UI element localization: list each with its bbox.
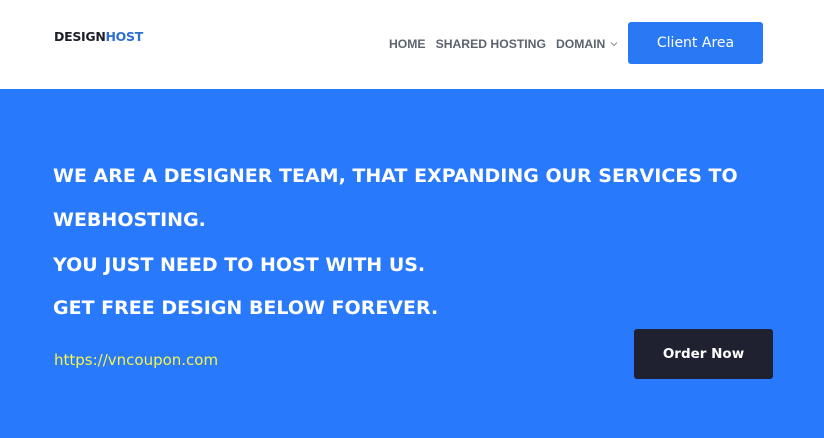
hero-headline-line-1: WE ARE A DESIGNER TEAM, THAT EXPANDING O… — [53, 165, 738, 187]
nav-domain-label: DOMAIN — [555, 37, 606, 51]
logo-text-design: DESIGN — [54, 29, 106, 44]
watermark-url: https://vncoupon.com — [54, 351, 219, 369]
hero-headline-line-2: WEBHOSTING. — [53, 209, 206, 231]
site-header: DESIGNHOST HOME SHARED HOSTING DOMAIN Cl… — [0, 0, 824, 89]
nav-home[interactable]: HOME — [389, 36, 426, 52]
main-nav: HOME SHARED HOSTING DOMAIN — [389, 36, 618, 52]
hero-headline-line-4: GET FREE DESIGN BELOW FOREVER. — [53, 297, 439, 319]
order-now-button[interactable]: Order Now — [634, 329, 773, 379]
logo-text-host: HOST — [105, 29, 144, 44]
logo[interactable]: DESIGNHOST — [54, 29, 143, 45]
nav-domain[interactable]: DOMAIN — [556, 36, 618, 52]
hero-headline-line-3: YOU JUST NEED TO HOST WITH US. — [53, 254, 426, 276]
chevron-down-icon — [610, 42, 618, 47]
client-area-button[interactable]: Client Area — [628, 22, 763, 64]
hero-section: WE ARE A DESIGNER TEAM, THAT EXPANDING O… — [0, 89, 824, 438]
nav-shared-hosting[interactable]: SHARED HOSTING — [436, 36, 546, 52]
